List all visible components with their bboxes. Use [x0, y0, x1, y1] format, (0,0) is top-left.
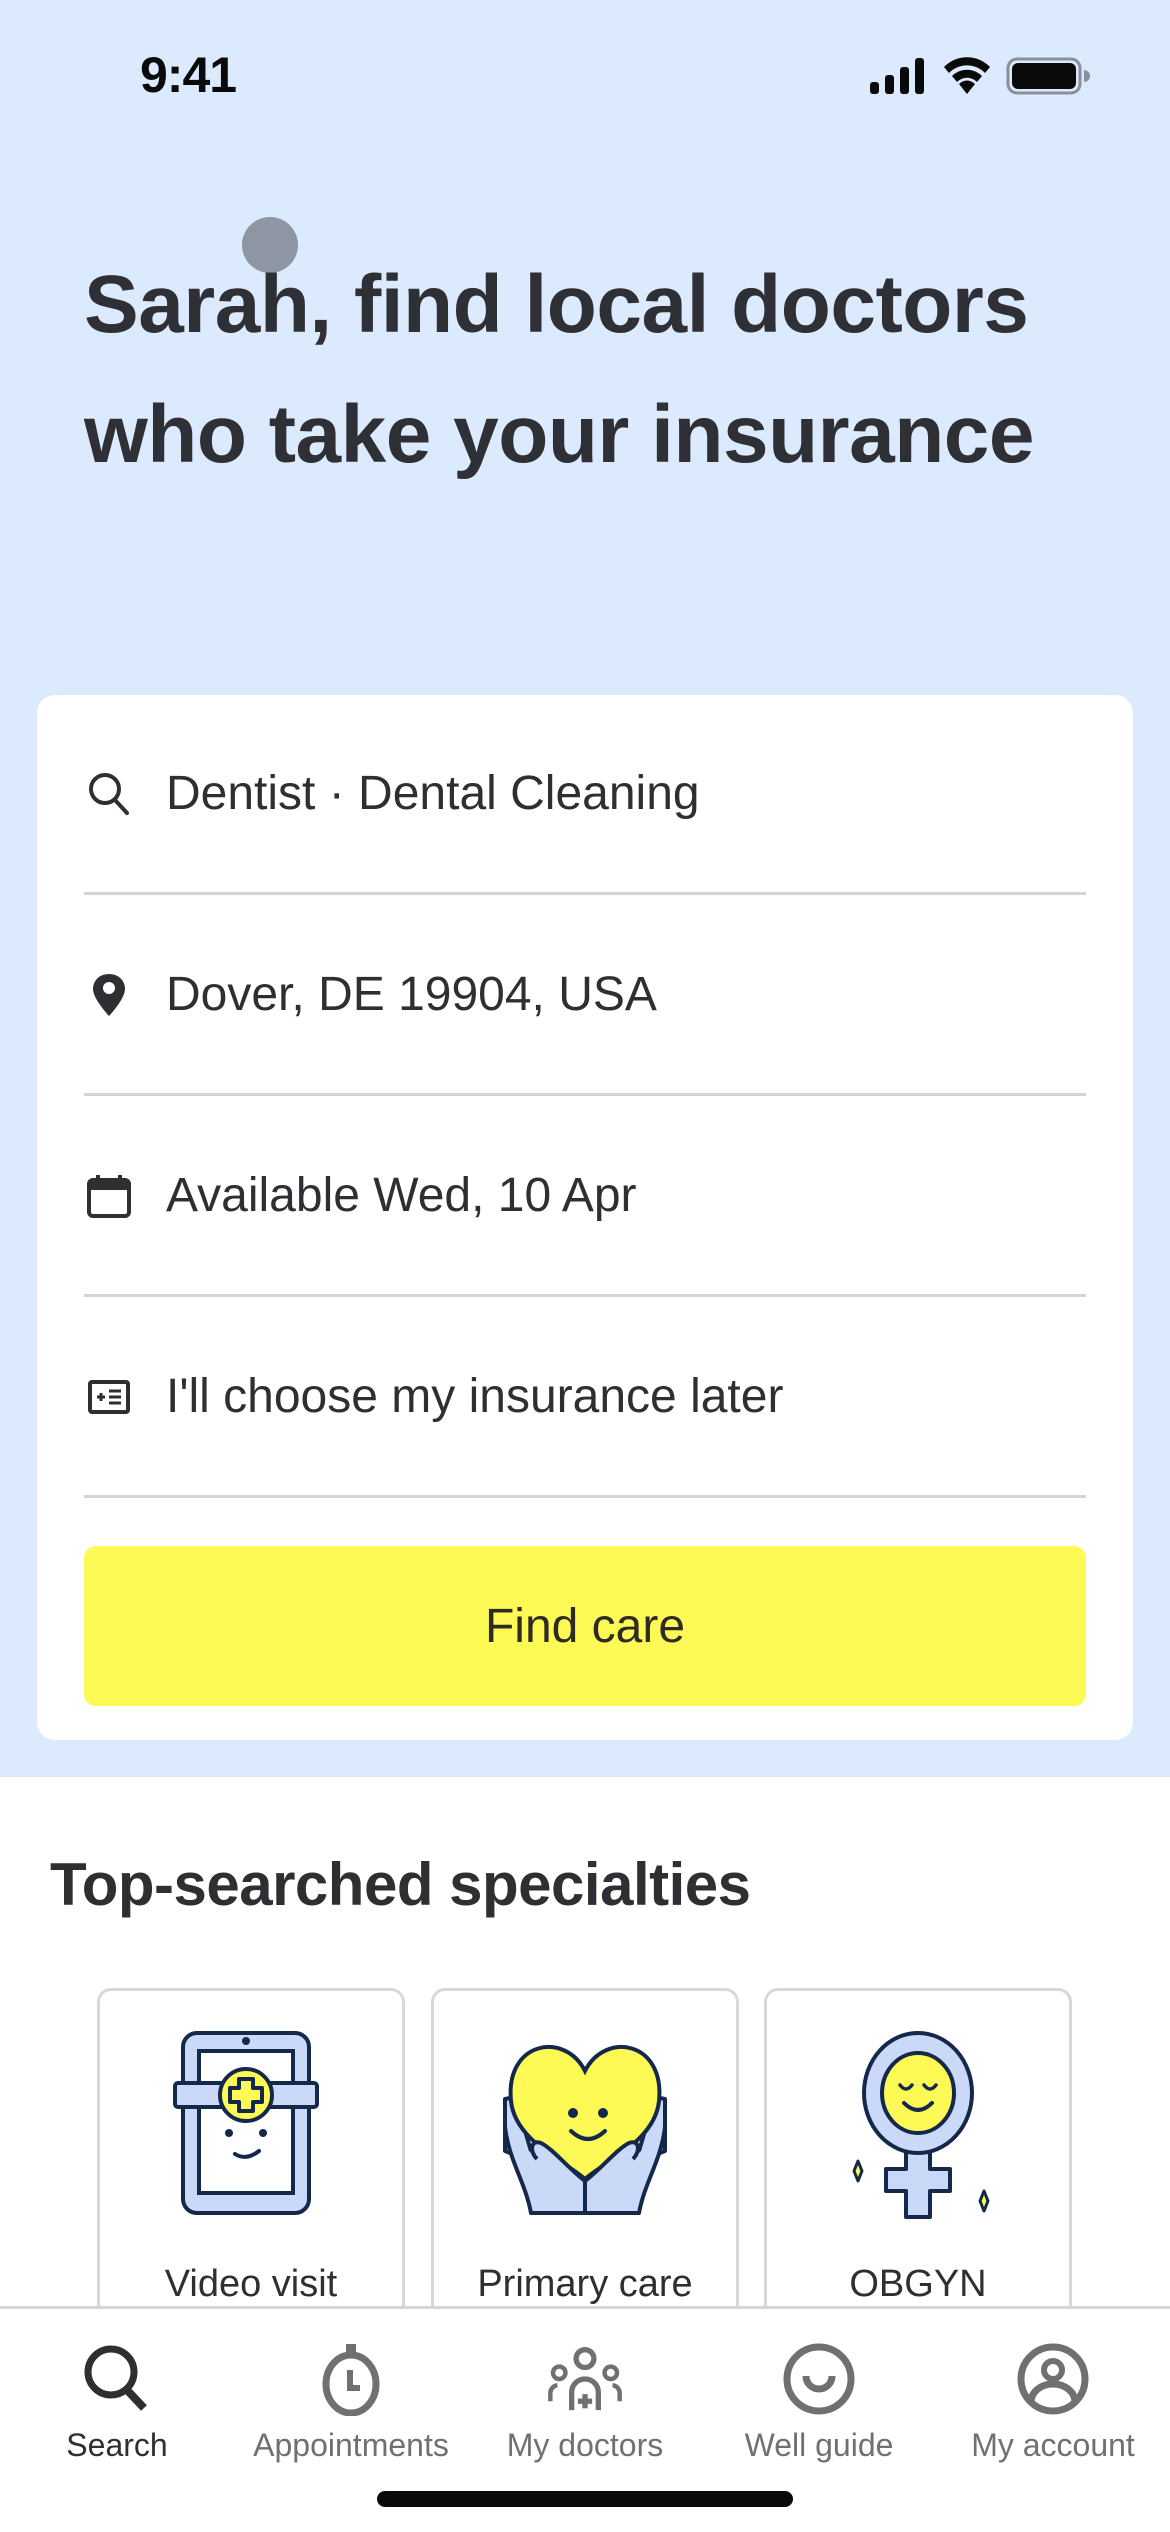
video-visit-illustration — [173, 2031, 319, 2215]
tab-label: Well guide — [744, 2427, 894, 2463]
location-value: Dover, DE 19904, USA — [166, 968, 657, 1021]
specialty-value: Dentist · Dental Cleaning — [166, 767, 700, 820]
insurance-card-icon — [84, 1372, 134, 1422]
date-field[interactable]: Available Wed, 10 Apr — [84, 1097, 1086, 1297]
insurance-value: I'll choose my insurance later — [166, 1370, 784, 1423]
wifi-icon — [944, 57, 990, 94]
specialty-field[interactable]: Dentist · Dental Cleaning — [84, 695, 1086, 895]
tab-my-account[interactable]: My account — [936, 2339, 1170, 2479]
battery-icon — [1006, 57, 1090, 95]
search-card: Dentist · Dental Cleaning Dover, DE 1990… — [37, 695, 1133, 1740]
tab-well-guide[interactable]: Well guide — [702, 2339, 936, 2479]
hero-section: 9:41 Sarah, find local doctors who take … — [0, 0, 1170, 1777]
specialty-label: Video visit — [164, 2263, 338, 2305]
tab-search[interactable]: Search — [0, 2339, 234, 2479]
calendar-icon — [84, 1171, 134, 1221]
status-bar: 9:41 — [0, 0, 1170, 150]
tab-my-doctors[interactable]: My doctors — [468, 2339, 702, 2479]
specialty-label: Primary care — [477, 2263, 693, 2305]
stopwatch-icon — [311, 2339, 391, 2419]
search-icon — [77, 2339, 157, 2419]
tab-label: My doctors — [506, 2427, 664, 2463]
location-field[interactable]: Dover, DE 19904, USA — [84, 896, 1086, 1096]
obgyn-illustration — [852, 2031, 990, 2219]
smile-circle-icon — [779, 2339, 859, 2419]
specialty-label: OBGYN — [849, 2263, 987, 2305]
date-value: Available Wed, 10 Apr — [166, 1169, 637, 1222]
tab-appointments[interactable]: Appointments — [234, 2339, 468, 2479]
tab-label: My account — [971, 2427, 1135, 2463]
status-icons — [868, 56, 1090, 96]
tab-label: Search — [66, 2427, 168, 2463]
tab-label: Appointments — [253, 2427, 449, 2463]
primary-care-illustration — [503, 2045, 667, 2215]
specialty-card-obgyn[interactable]: OBGYN — [764, 1988, 1072, 2328]
specialty-card-primary-care[interactable]: Primary care — [431, 1988, 739, 2328]
doctors-group-icon — [545, 2339, 625, 2419]
page-headline: Sarah, find local doctors who take your … — [84, 259, 1035, 480]
account-circle-icon — [1013, 2339, 1093, 2419]
specialty-card-video-visit[interactable]: Video visit — [97, 1988, 405, 2328]
search-icon — [84, 769, 134, 819]
find-care-button[interactable]: Find care — [84, 1546, 1086, 1706]
status-time: 9:41 — [140, 47, 237, 103]
home-indicator[interactable] — [377, 2491, 793, 2507]
specialties-title: Top-searched specialties — [50, 1851, 751, 1918]
cellular-signal-icon — [870, 58, 924, 94]
location-pin-icon — [84, 970, 134, 1020]
insurance-field[interactable]: I'll choose my insurance later — [84, 1298, 1086, 1498]
